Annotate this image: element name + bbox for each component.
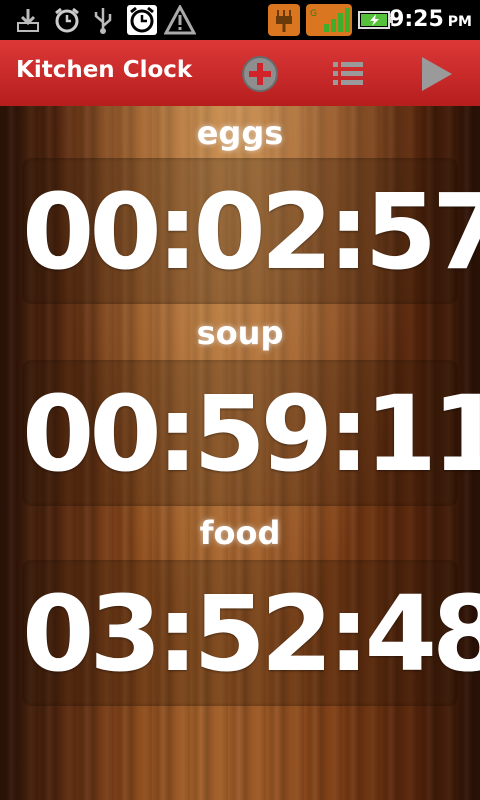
timer-label-soup: soup bbox=[196, 314, 284, 352]
signal-icon: G bbox=[306, 4, 352, 36]
status-ampm: PM bbox=[447, 14, 472, 30]
action-bar: Kitchen Clock bbox=[0, 40, 480, 106]
timer-label-food: food bbox=[199, 514, 281, 552]
list-icon bbox=[333, 62, 363, 85]
alarm-icon bbox=[52, 4, 82, 36]
charging-icon bbox=[268, 4, 300, 36]
download-icon bbox=[14, 4, 42, 36]
timer-card-eggs[interactable]: 00:02:57 bbox=[22, 158, 480, 304]
add-timer-icon bbox=[242, 56, 278, 92]
timer-value-eggs: 00:02:57 bbox=[22, 171, 480, 293]
alarm-clock-icon bbox=[126, 4, 158, 36]
app-title: Kitchen Clock bbox=[16, 57, 193, 83]
add-timer-button[interactable] bbox=[240, 54, 280, 94]
usb-icon bbox=[90, 4, 116, 36]
svg-text:G: G bbox=[310, 9, 317, 19]
status-time-value: 9:25 bbox=[389, 7, 444, 32]
timer-card-soup[interactable]: 00:59:11 bbox=[22, 360, 480, 506]
timer-list-button[interactable] bbox=[328, 54, 368, 94]
timer-label-eggs: eggs bbox=[196, 114, 284, 152]
timer-value-food: 03:52:48 bbox=[22, 573, 480, 695]
play-button[interactable] bbox=[416, 54, 456, 94]
timer-card-food[interactable]: 03:52:48 bbox=[22, 560, 480, 706]
timer-board: eggs 00:02:57 soup 00:59:11 food 03:52:4… bbox=[0, 106, 480, 800]
play-icon bbox=[422, 57, 452, 91]
status-time: 9:25 PM bbox=[389, 7, 472, 32]
timer-value-soup: 00:59:11 bbox=[22, 373, 480, 495]
warning-icon bbox=[164, 4, 196, 36]
status-bar: G 9:25 PM bbox=[0, 0, 480, 40]
